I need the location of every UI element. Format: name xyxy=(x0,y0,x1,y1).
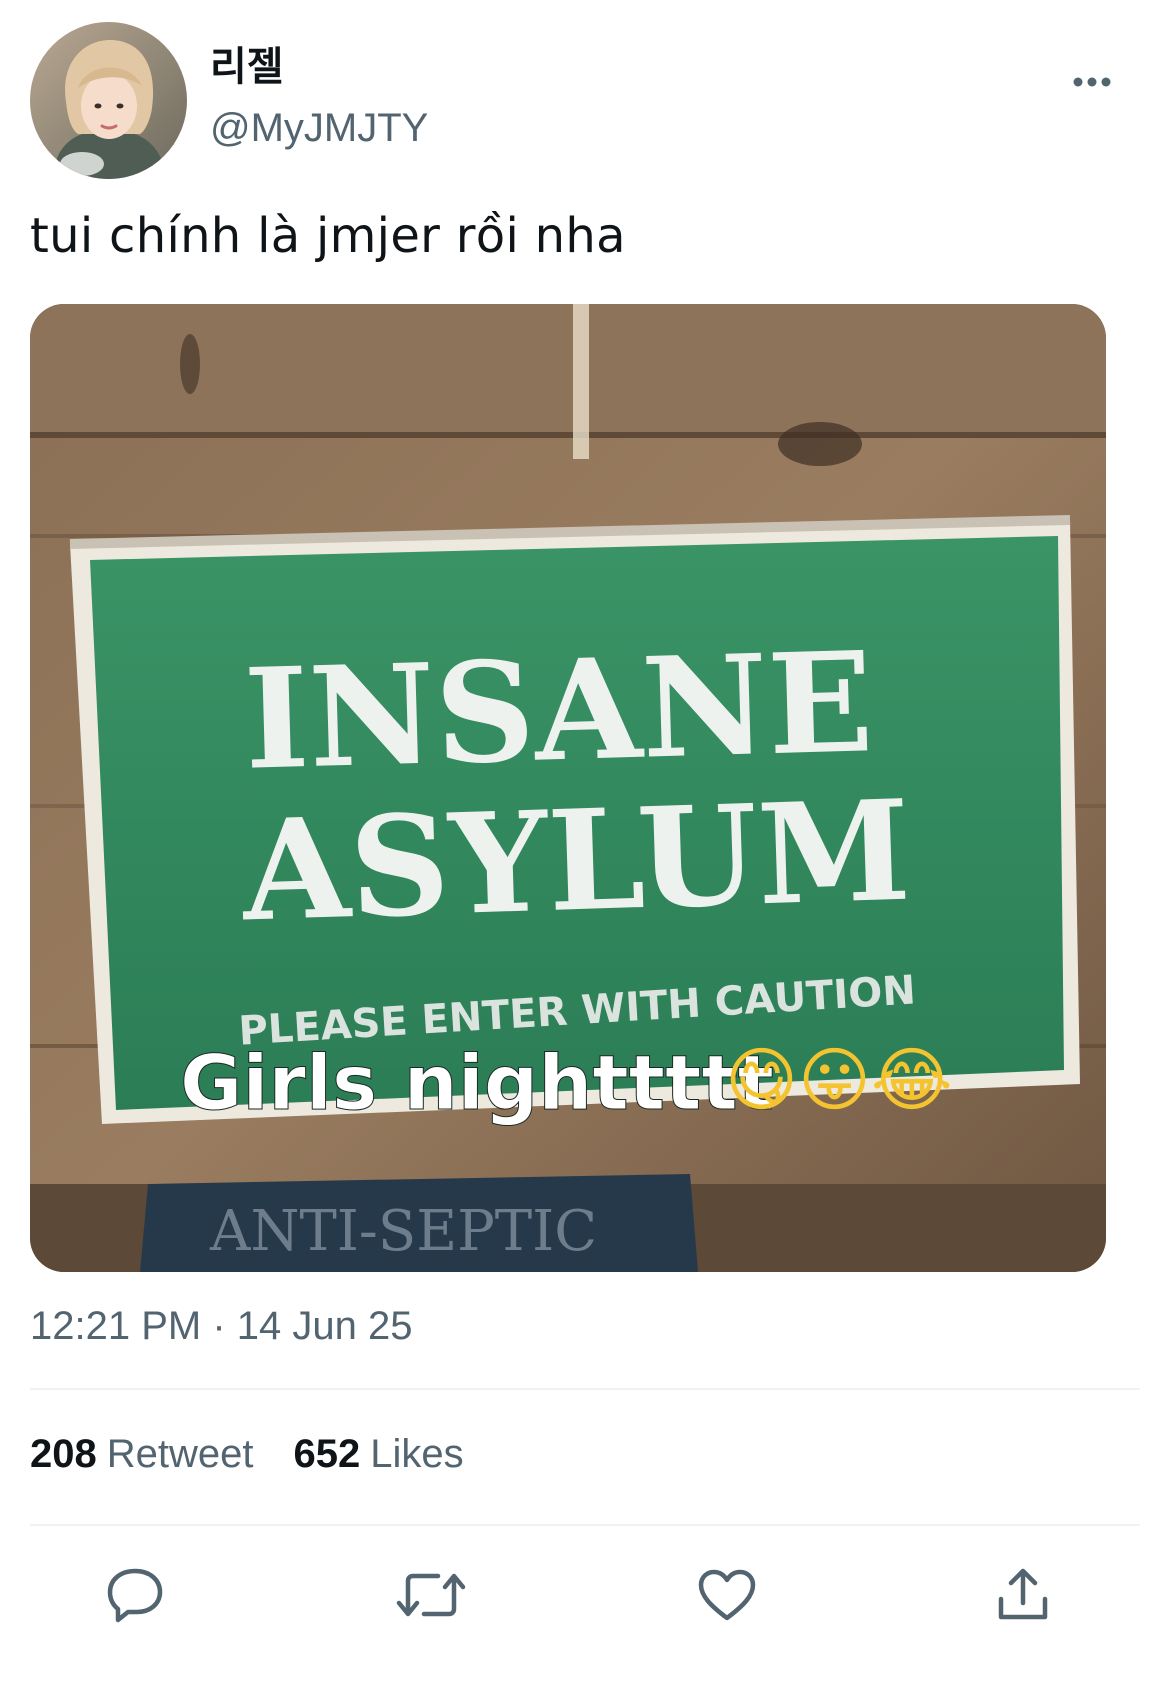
sign-line-2: ASYLUM xyxy=(238,769,913,953)
tweet-header: 리젤 @MyJMJTY xyxy=(30,22,1140,182)
share-button[interactable] xyxy=(988,1560,1058,1630)
likes-stat[interactable]: 652 Likes xyxy=(294,1432,464,1477)
retweets-label: Retweet xyxy=(106,1432,254,1476)
likes-label: Likes xyxy=(370,1432,464,1476)
like-button[interactable] xyxy=(692,1560,762,1630)
user-handle[interactable]: @MyJMJTY xyxy=(210,106,428,151)
reply-bubble-icon xyxy=(107,1568,163,1623)
retweets-stat[interactable]: 208 Retweet xyxy=(30,1432,254,1477)
overlay-emojis: 😋😛😂 xyxy=(725,1039,953,1121)
tweet-actions-bar xyxy=(30,1560,1140,1630)
reply-button[interactable] xyxy=(100,1560,170,1630)
tweet-timestamp[interactable]: 12:21 PM · 14 Jun 25 xyxy=(30,1304,412,1349)
retweets-count: 208 xyxy=(30,1432,97,1476)
display-name[interactable]: 리젤 xyxy=(210,34,284,92)
more-options-button[interactable] xyxy=(1062,62,1122,102)
heart-icon xyxy=(698,1569,756,1621)
tweet-text: tui chính là jmjer rồi nha xyxy=(30,208,626,264)
likes-count: 652 xyxy=(293,1432,361,1476)
lower-sign-text: ANTI-SEPTIC xyxy=(209,1199,597,1264)
avatar[interactable] xyxy=(30,22,187,179)
overlay-caption: Girls nighttttt xyxy=(180,1038,774,1127)
divider xyxy=(30,1524,1140,1526)
engagement-stats: 208 Retweet 652 Likes xyxy=(30,1432,464,1477)
share-upload-icon xyxy=(998,1568,1048,1620)
retweet-button[interactable] xyxy=(396,1560,466,1630)
tweet-media-image[interactable]: ANTI-SEPTIC INSANE ASYLUM PLEASE ENTER W… xyxy=(30,304,1106,1272)
avatar-image xyxy=(30,22,187,179)
more-horizontal-icon xyxy=(1073,77,1111,87)
retweet-arrows-icon xyxy=(396,1573,466,1617)
divider xyxy=(30,1388,1140,1390)
media-photo: ANTI-SEPTIC INSANE ASYLUM PLEASE ENTER W… xyxy=(30,304,1106,1272)
